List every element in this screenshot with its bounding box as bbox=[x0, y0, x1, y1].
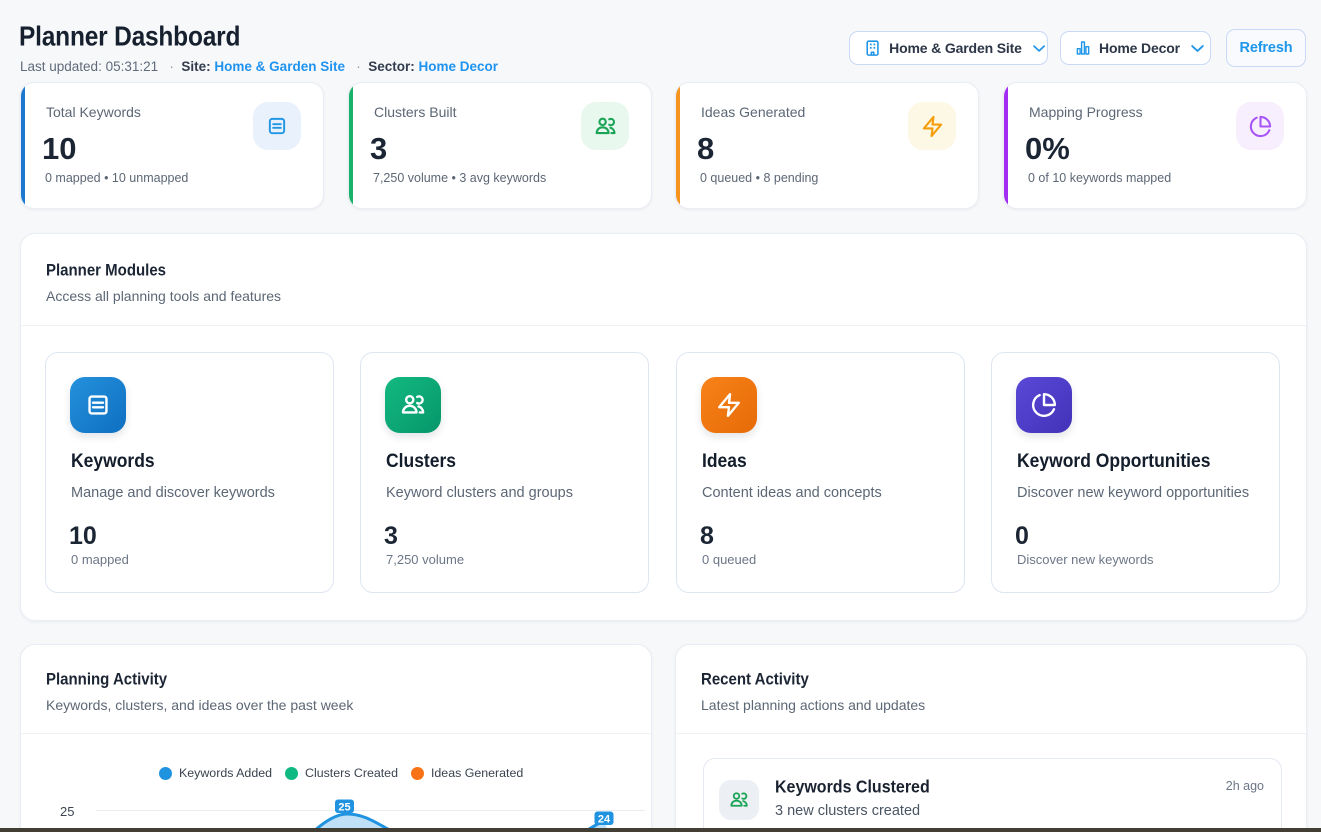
svg-text:25: 25 bbox=[338, 801, 350, 813]
svg-text:24: 24 bbox=[598, 813, 611, 825]
